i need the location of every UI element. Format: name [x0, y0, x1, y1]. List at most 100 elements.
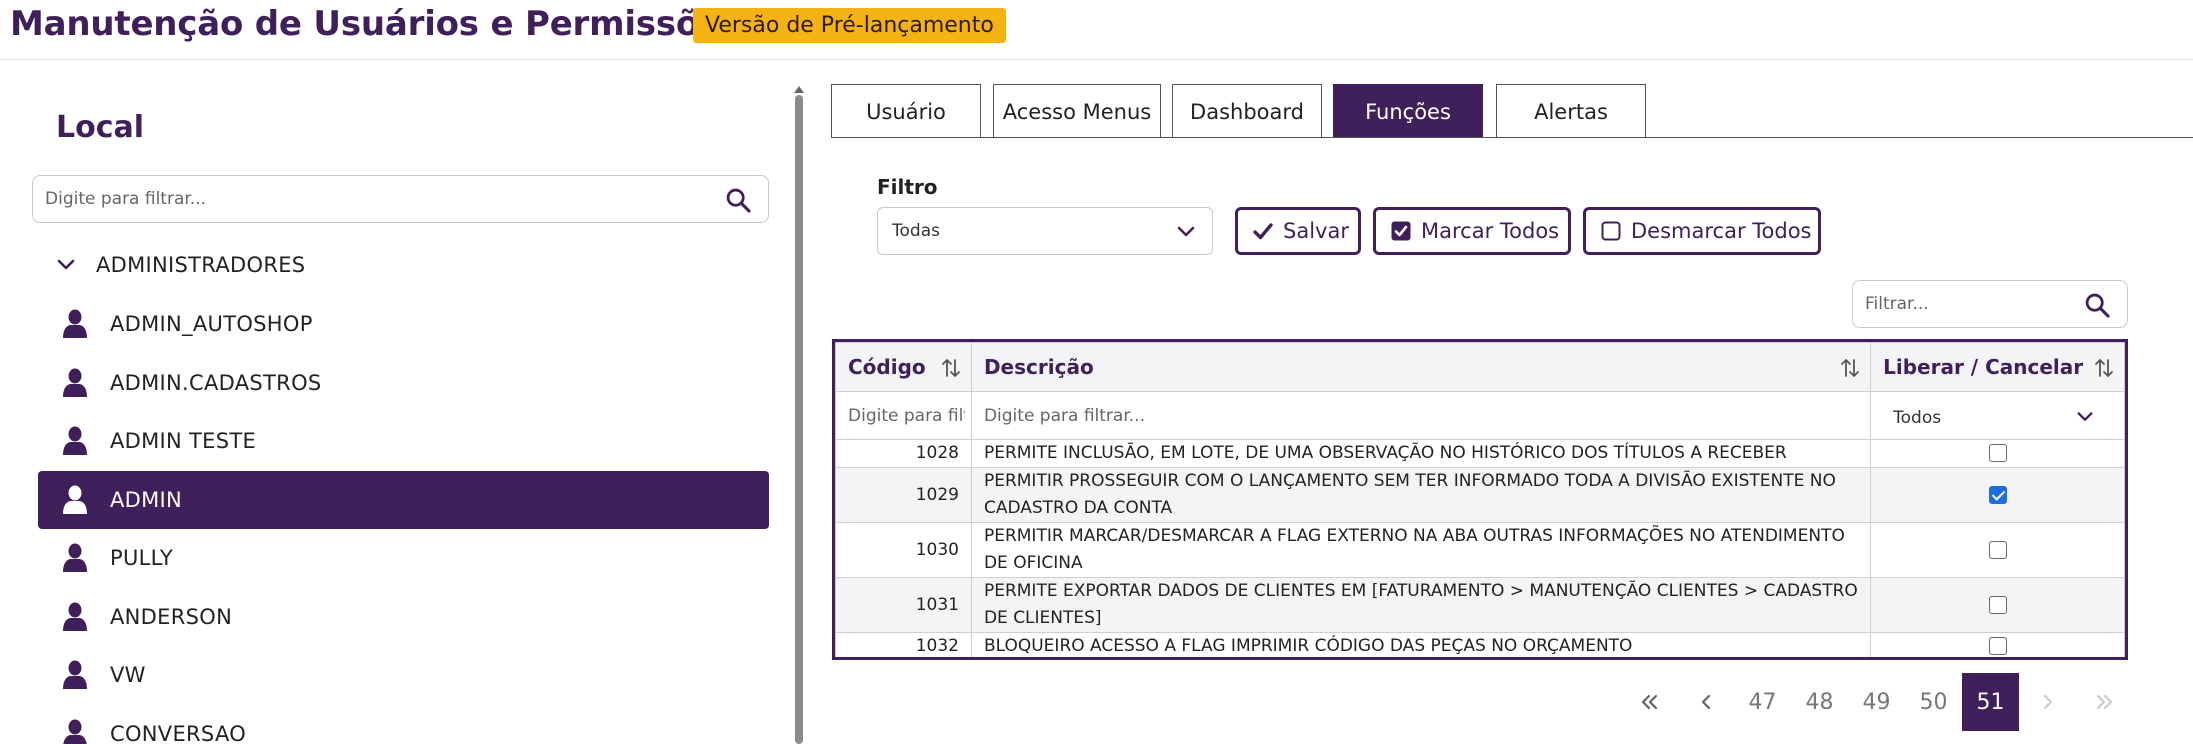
table-row[interactable]: 1028 PERMITE INCLUSÃO, EM LOTE, DE UMA OB…: [835, 439, 2125, 468]
tree-group-administradores[interactable]: ADMINISTRADORES: [56, 250, 305, 280]
table-row[interactable]: 1032 BLOQUEIRO ACESSO A FLAG IMPRIMIR CÓD…: [835, 632, 2125, 657]
panel-splitter[interactable]: [795, 95, 803, 744]
check-all-button[interactable]: Marcar Todos: [1373, 207, 1571, 255]
tree-item-label: CONVERSAO: [110, 722, 247, 744]
tree-item-user[interactable]: ADMIN: [38, 471, 769, 529]
column-header-permission[interactable]: Liberar / Cancelar: [1870, 342, 2125, 392]
chevron-down-icon[interactable]: [56, 255, 76, 275]
code-filter-input[interactable]: [842, 395, 965, 436]
user-icon: [63, 660, 87, 689]
table-search-input[interactable]: [1865, 281, 2075, 327]
status-filter-select[interactable]: Todos: [1877, 396, 2118, 436]
user-icon: [63, 485, 87, 514]
sidebar-search: [32, 175, 769, 223]
scroll-up-arrow-icon[interactable]: [794, 86, 804, 93]
permission-checkbox[interactable]: [1988, 595, 2007, 614]
status-filter-value: Todos: [1893, 407, 1942, 428]
filter-select[interactable]: Todas: [877, 207, 1213, 255]
tab-acesso-menus[interactable]: Acesso Menus: [993, 84, 1161, 138]
tree-item-user[interactable]: ADMIN.CADASTROS: [38, 354, 769, 412]
tab-funcoes[interactable]: Funções: [1333, 84, 1483, 138]
tree-item-user[interactable]: ADMIN_AUTOSHOP: [38, 295, 769, 353]
last-page-button[interactable]: [2076, 673, 2133, 731]
double-chevron-right-icon: [2096, 694, 2112, 710]
column-header-code[interactable]: Código: [835, 342, 972, 392]
user-icon: [63, 309, 87, 338]
row-description: PERMITE INCLUSÃO, EM LOTE, DE UMA OBSERV…: [970, 439, 1872, 468]
prerelease-badge: Versão de Pré-lançamento: [693, 8, 1006, 43]
row-code: 1031: [835, 577, 972, 633]
tab-label: Usuário: [866, 99, 946, 124]
prev-page-button[interactable]: [1677, 673, 1734, 731]
row-permission-cell: [1870, 467, 2125, 523]
code-filter-cell: [835, 391, 972, 440]
chevron-down-icon: [2077, 411, 2093, 421]
page-button[interactable]: 47: [1734, 673, 1791, 731]
sidebar-title: Local: [56, 110, 145, 145]
tree-item-user[interactable]: CONVERSAO: [38, 705, 769, 744]
uncheck-all-label: Desmarcar Todos: [1631, 219, 1812, 243]
permission-checkbox[interactable]: [1988, 485, 2007, 504]
user-icon: [63, 602, 87, 631]
tree-item-user[interactable]: ADMIN TESTE: [38, 412, 769, 470]
tree-item-user[interactable]: VW: [38, 646, 769, 704]
sidebar-search-input[interactable]: [45, 176, 705, 222]
first-page-button[interactable]: [1620, 673, 1677, 731]
tree-item-label: ADMIN.CADASTROS: [110, 371, 322, 395]
row-description: PERMITIR PROSSEGUIR COM O LANÇAMENTO SEM…: [970, 467, 1872, 523]
tab-dashboard[interactable]: Dashboard: [1172, 84, 1322, 138]
uncheck-all-button[interactable]: Desmarcar Todos: [1583, 207, 1821, 255]
row-code: 1028: [835, 439, 972, 468]
description-filter-cell: [970, 391, 1872, 440]
user-icon: [63, 543, 87, 572]
filter-label: Filtro: [877, 175, 938, 199]
row-code: 1032: [835, 632, 972, 657]
tree-item-label: ANDERSON: [110, 605, 233, 629]
page-button[interactable]: 50: [1905, 673, 1962, 731]
tab-usuario[interactable]: Usuário: [831, 84, 981, 138]
table-row[interactable]: 1031 PERMITE EXPORTAR DADOS DE CLIENTES E…: [835, 577, 2125, 633]
sort-icon[interactable]: [2094, 357, 2114, 379]
filter-select-value: Todas: [892, 221, 940, 241]
sort-icon[interactable]: [941, 357, 961, 379]
search-icon[interactable]: [2083, 291, 2111, 319]
page-button[interactable]: 48: [1791, 673, 1848, 731]
checked-box-icon: [1391, 221, 1411, 241]
row-description: BLOQUEIRO ACESSO A FLAG IMPRIMIR CÓDIGO …: [970, 632, 1872, 657]
pagination: 47 48 49 50 51: [1620, 673, 2133, 731]
permission-checkbox[interactable]: [1988, 637, 2007, 655]
tabs-underline: [831, 137, 2193, 138]
status-filter-cell: Todos: [1870, 391, 2125, 440]
functions-table: Código Descrição Liberar / Cancelar Digi…: [832, 339, 2128, 660]
page-button[interactable]: 49: [1848, 673, 1905, 731]
double-chevron-left-icon: [1641, 694, 1657, 710]
column-header-label: Liberar / Cancelar: [1883, 355, 2084, 379]
column-header-description[interactable]: Descrição: [970, 342, 1872, 392]
description-filter-input[interactable]: [977, 395, 1865, 436]
chevron-left-icon: [1701, 694, 1710, 710]
row-permission-cell: [1870, 632, 2125, 657]
save-button-label: Salvar: [1283, 219, 1349, 243]
tree-item-label: VW: [110, 663, 146, 687]
tree-item-label: PULLY: [110, 546, 173, 570]
tab-label: Funções: [1365, 99, 1451, 124]
tree-item-user[interactable]: PULLY: [38, 529, 769, 587]
chevron-down-icon: [1177, 226, 1195, 237]
tab-alertas[interactable]: Alertas: [1496, 84, 1646, 138]
user-icon: [63, 719, 87, 744]
tree-item-label: ADMIN_AUTOSHOP: [110, 312, 313, 336]
tree-item-user[interactable]: ANDERSON: [38, 588, 769, 646]
save-button[interactable]: Salvar: [1235, 207, 1361, 255]
next-page-button[interactable]: [2019, 673, 2076, 731]
search-icon[interactable]: [724, 186, 752, 214]
sort-icon[interactable]: [1840, 357, 1860, 379]
tree-item-label: ADMIN: [110, 488, 183, 512]
permission-checkbox[interactable]: [1988, 444, 2007, 462]
user-icon: [63, 368, 87, 397]
table-row[interactable]: 1030 PERMITIR MARCAR/DESMARCAR A FLAG EXT…: [835, 522, 2125, 578]
page-button-current[interactable]: 51: [1962, 673, 2019, 731]
table-row[interactable]: 1029 PERMITIR PROSSEGUIR COM O LANÇAMENTO…: [835, 467, 2125, 523]
permission-checkbox[interactable]: [1988, 540, 2007, 559]
row-description: PERMITE EXPORTAR DADOS DE CLIENTES EM [F…: [970, 577, 1872, 633]
chevron-right-icon: [2043, 694, 2052, 710]
